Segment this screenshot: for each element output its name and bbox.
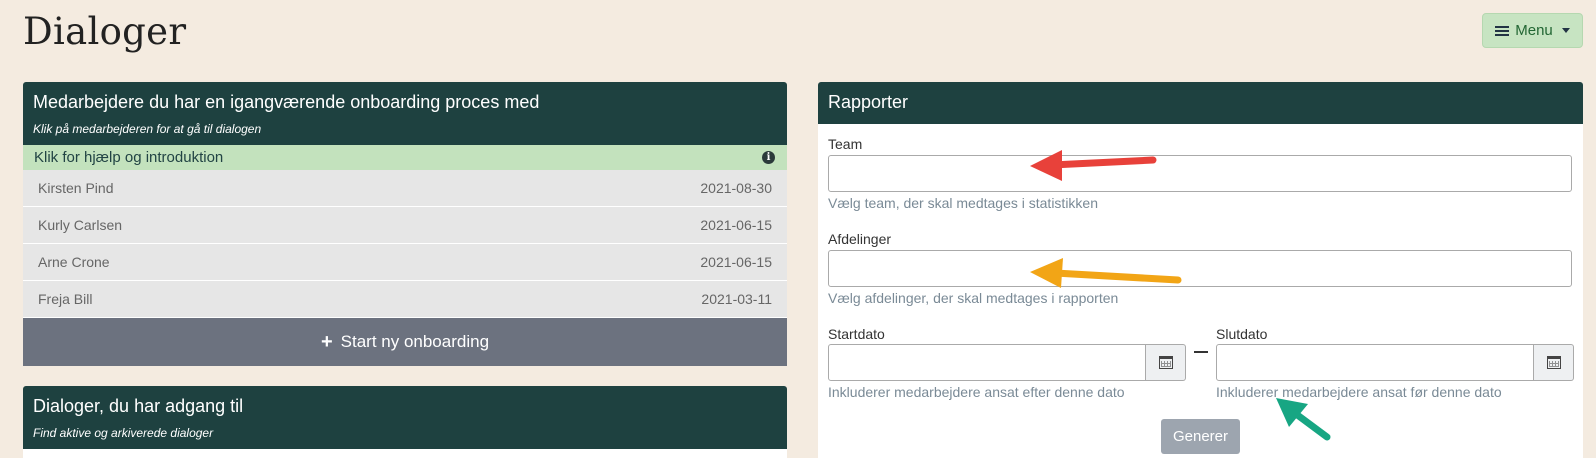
employee-row[interactable]: Freja Bill 2021-03-11 [23, 281, 787, 318]
employee-date: 2021-08-30 [700, 180, 772, 196]
dialogs-title: Dialoger, du har adgang til [33, 396, 244, 416]
employee-name: Kirsten Pind [38, 180, 114, 196]
reports-title: Rapporter [828, 92, 909, 112]
employee-row[interactable]: Kurly Carlsen 2021-06-15 [23, 207, 787, 244]
employee-name: Freja Bill [38, 291, 93, 307]
team-hint: Vælg team, der skal medtages i statistik… [828, 195, 1099, 211]
start-date-calendar-button[interactable] [1146, 344, 1186, 381]
plus-icon: + [320, 330, 333, 353]
employee-date: 2021-06-15 [700, 217, 772, 233]
onboarding-panel-header: Medarbejdere du har en igangværende onbo… [23, 82, 787, 145]
start-date-label: Startdato [828, 326, 885, 342]
dialogs-panel: Dialoger, du har adgang til Find aktive … [23, 386, 787, 458]
end-date-label: Slutdato [1216, 326, 1268, 342]
end-date-input[interactable] [1216, 344, 1534, 381]
dialogs-panel-header: Dialoger, du har adgang til Find aktive … [23, 386, 787, 449]
list-icon [1495, 25, 1510, 37]
page-title: Dialoger [23, 10, 187, 53]
reports-panel-header: Rapporter [818, 82, 1583, 124]
dialogs-panel-body [23, 449, 787, 458]
date-range-separator [1194, 351, 1208, 353]
dialogs-subtitle: Find aktive og arkiverede dialoger [33, 426, 214, 440]
generate-button[interactable]: Generer [1161, 419, 1240, 454]
start-date-input[interactable] [828, 344, 1146, 381]
onboarding-title: Medarbejdere du har en igangværende onbo… [33, 92, 540, 112]
help-row[interactable]: Klik for hjælp og introduktion i [23, 145, 787, 170]
employee-row[interactable]: Kirsten Pind 2021-08-30 [23, 170, 787, 207]
help-label: Klik for hjælp og introduktion [34, 149, 224, 166]
start-onboarding-button[interactable]: + Start ny onboarding [23, 318, 787, 366]
departments-select[interactable] [828, 250, 1572, 287]
calendar-icon [1158, 356, 1173, 369]
employee-name: Kurly Carlsen [38, 217, 123, 233]
end-date-calendar-button[interactable] [1534, 344, 1574, 381]
employee-row[interactable]: Arne Crone 2021-06-15 [23, 244, 787, 281]
team-label: Team [828, 136, 863, 152]
caret-down-icon [1561, 28, 1570, 33]
menu-label: Menu [1515, 22, 1553, 39]
start-onboarding-label: Start ny onboarding [340, 332, 490, 351]
team-select[interactable] [828, 155, 1572, 192]
calendar-icon [1546, 356, 1561, 369]
employee-date: 2021-03-11 [701, 291, 772, 307]
departments-label: Afdelinger [828, 231, 892, 247]
reports-panel-body: Team Vælg team, der skal medtages i stat… [818, 124, 1583, 458]
reports-panel: Rapporter Team Vælg team, der skal medta… [818, 82, 1583, 458]
departments-hint: Vælg afdelinger, der skal medtages i rap… [828, 290, 1119, 306]
onboarding-panel: Medarbejdere du har en igangværende onbo… [23, 82, 787, 366]
end-date-hint: Inkluderer medarbejdere ansat før denne … [1216, 384, 1502, 400]
onboarding-subtitle: Klik på medarbejderen for at gå til dial… [33, 122, 262, 136]
menu-button[interactable]: Menu [1482, 13, 1583, 48]
employee-date: 2021-06-15 [700, 254, 772, 270]
employee-name: Arne Crone [38, 254, 110, 270]
info-icon: i [762, 151, 775, 164]
start-date-hint: Inkluderer medarbejdere ansat efter denn… [828, 384, 1125, 400]
